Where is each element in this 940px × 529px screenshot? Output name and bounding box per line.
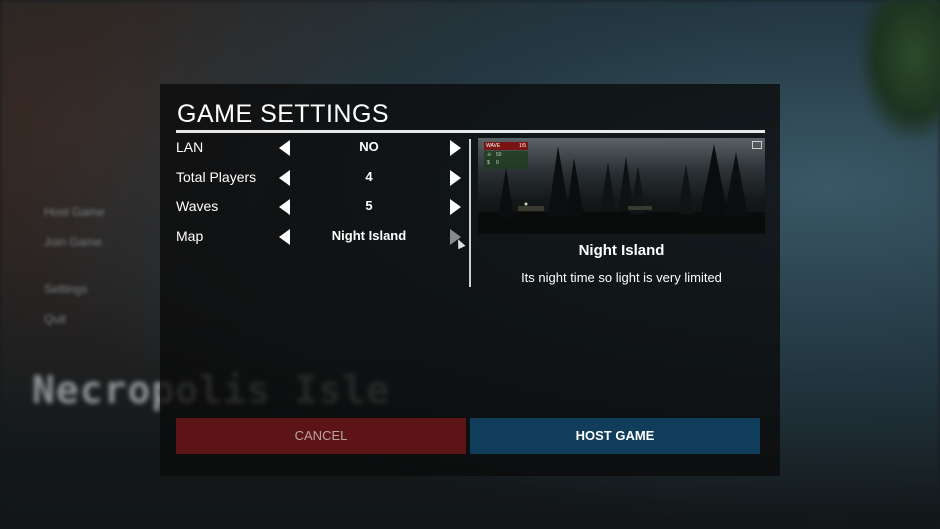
hud-stats: ☠ 50 $ 0 bbox=[484, 151, 528, 169]
players-next-arrow-icon[interactable] bbox=[450, 170, 461, 186]
setting-value-lan: NO bbox=[359, 139, 379, 154]
hud-health: 50 bbox=[496, 152, 502, 158]
cancel-button[interactable]: CANCEL bbox=[176, 418, 466, 454]
setting-row-total-players: Total Players 4 bbox=[176, 166, 466, 190]
setting-row-lan: LAN NO bbox=[176, 136, 466, 160]
setting-label-map: Map bbox=[176, 228, 204, 244]
lan-next-arrow-icon[interactable] bbox=[450, 140, 461, 156]
setting-label-waves: Waves bbox=[176, 198, 219, 214]
setting-value-total-players: 4 bbox=[365, 169, 373, 184]
setting-value-map: Night Island bbox=[331, 228, 407, 243]
waves-prev-arrow-icon[interactable] bbox=[279, 199, 290, 215]
skull-icon: ☠ bbox=[487, 152, 492, 158]
host-game-button[interactable]: HOST GAME bbox=[470, 418, 760, 454]
map-preview-image: WAVE 1/5 ☠ 50 $ 0 bbox=[478, 138, 765, 234]
waves-next-arrow-icon[interactable] bbox=[450, 199, 461, 215]
panel-divider bbox=[469, 139, 471, 287]
game-settings-dialog: GAME SETTINGS LAN NO Total Players 4 Wav… bbox=[160, 84, 780, 476]
setting-value-waves: 5 bbox=[365, 198, 373, 213]
players-prev-arrow-icon[interactable] bbox=[279, 170, 290, 186]
hud-wave-count: 1/5 bbox=[519, 143, 526, 149]
hud-money: 0 bbox=[496, 160, 499, 166]
map-name: Night Island bbox=[578, 242, 665, 259]
camera-icon bbox=[752, 141, 762, 149]
lan-prev-arrow-icon[interactable] bbox=[279, 140, 290, 156]
setting-row-map: Map Night Island bbox=[176, 225, 466, 249]
bg-menu-settings: Settings bbox=[44, 282, 88, 296]
hud-wave-label: WAVE bbox=[486, 143, 501, 149]
setting-label-lan: LAN bbox=[176, 139, 204, 155]
bg-menu-join-game: Join Game bbox=[44, 235, 103, 249]
bg-menu-host-game: Host Game bbox=[44, 205, 105, 219]
map-description: Its night time so light is very limited bbox=[521, 270, 722, 285]
preview-hud: WAVE 1/5 ☠ 50 $ 0 bbox=[484, 142, 528, 169]
setting-row-waves: Waves 5 bbox=[176, 195, 466, 219]
hud-wave-bar: WAVE 1/5 bbox=[484, 142, 528, 150]
title-underline bbox=[176, 130, 765, 133]
setting-label-total-players: Total Players bbox=[176, 169, 257, 185]
backdrop-tree bbox=[860, 0, 940, 140]
hud-money-symbol: $ bbox=[487, 160, 490, 166]
dialog-title: GAME SETTINGS bbox=[177, 100, 390, 128]
bg-menu-quit: Quit bbox=[44, 312, 67, 326]
map-prev-arrow-icon[interactable] bbox=[279, 229, 290, 245]
